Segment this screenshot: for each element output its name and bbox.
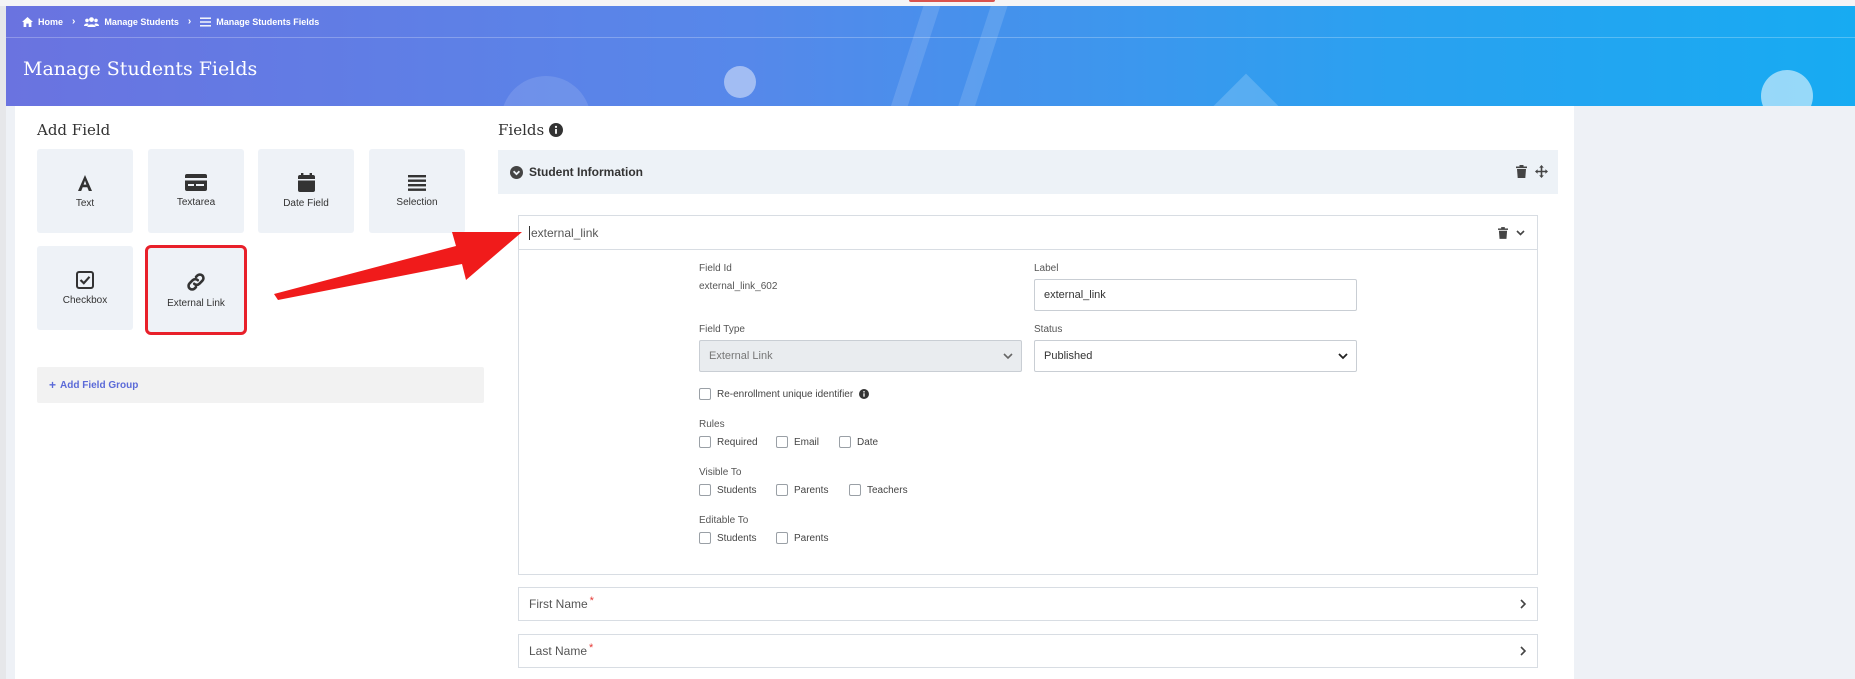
list-icon <box>408 174 426 191</box>
tile-date-field[interactable]: Date Field <box>258 149 354 233</box>
link-icon <box>187 272 205 291</box>
editable-students-checkbox[interactable] <box>699 532 711 544</box>
rules-label: Rules <box>699 419 725 430</box>
annotation-arrow-icon <box>274 232 522 300</box>
required-checkbox[interactable] <box>699 436 711 448</box>
calendar-icon <box>297 173 315 192</box>
plus-icon: + <box>49 378 57 392</box>
visible-teachers-checkbox[interactable] <box>849 484 861 496</box>
users-icon <box>84 16 100 27</box>
fields-title: Fields <box>498 121 564 139</box>
required-marker: * <box>589 595 594 607</box>
editable-parents[interactable]: Parents <box>776 532 828 544</box>
chevron-right-icon: › <box>187 16 192 27</box>
field-id-value: external_link_602 <box>699 281 778 292</box>
add-field-group-button[interactable]: + Add Field Group <box>37 367 484 403</box>
group-name: Student Information <box>529 165 643 179</box>
status-label: Status <box>1034 324 1063 335</box>
visible-to-label: Visible To <box>699 467 742 478</box>
page-header: Home › Manage Students › Manage Students… <box>6 6 1855 106</box>
tile-textarea[interactable]: Textarea <box>148 149 244 233</box>
editable-students[interactable]: Students <box>699 532 756 544</box>
chevron-down-icon[interactable] <box>1516 230 1525 236</box>
trash-icon[interactable] <box>1516 165 1527 178</box>
chevron-right-icon[interactable] <box>1519 598 1527 610</box>
status-select[interactable]: Published <box>1034 340 1357 372</box>
field-type-select: External Link <box>699 340 1022 372</box>
field-group-header[interactable]: Student Information <box>498 150 1558 194</box>
info-icon[interactable] <box>859 389 870 399</box>
breadcrumb-manage-students[interactable]: Manage Students <box>84 17 179 27</box>
visible-parents[interactable]: Parents <box>776 484 828 496</box>
top-tab-indicator <box>909 0 995 2</box>
visible-students-checkbox[interactable] <box>699 484 711 496</box>
breadcrumb-manage-students-fields: Manage Students Fields <box>200 17 319 27</box>
field-row-last-name[interactable]: Last Name * <box>518 634 1538 668</box>
textarea-icon <box>185 174 207 191</box>
label-label: Label <box>1034 263 1059 274</box>
home-icon <box>22 16 33 27</box>
text-icon <box>78 174 92 191</box>
field-type-label: Field Type <box>699 324 745 335</box>
visible-parents-checkbox[interactable] <box>776 484 788 496</box>
field-id-label: Field Id <box>699 263 732 274</box>
chevron-right-icon[interactable] <box>1519 645 1527 657</box>
field-name-input[interactable]: external_link <box>529 225 598 240</box>
field-row-first-name[interactable]: First Name * <box>518 587 1538 621</box>
required-marker: * <box>589 642 594 654</box>
add-field-title: Add Field <box>37 121 111 139</box>
field-card-external-link: external_link <box>518 215 1538 575</box>
tile-text[interactable]: Text <box>37 149 133 233</box>
page-title: Manage Students Fields <box>23 58 258 80</box>
move-icon[interactable] <box>1535 165 1548 178</box>
visible-students[interactable]: Students <box>699 484 756 496</box>
tile-selection[interactable]: Selection <box>369 149 465 233</box>
reenroll-row: Re-enrollment unique identifier <box>699 388 870 400</box>
list-icon <box>200 17 212 26</box>
info-icon[interactable] <box>549 123 564 137</box>
chevron-down-icon <box>1338 353 1348 360</box>
breadcrumb: Home › Manage Students › Manage Students… <box>22 16 319 27</box>
tile-external-link[interactable]: External Link <box>145 245 247 335</box>
reenroll-checkbox[interactable] <box>699 388 711 400</box>
date-checkbox[interactable] <box>839 436 851 448</box>
checkbox-icon <box>76 270 94 289</box>
label-input[interactable]: external_link <box>1034 279 1357 311</box>
rule-required[interactable]: Required <box>699 436 758 448</box>
rule-date[interactable]: Date <box>839 436 878 448</box>
trash-icon[interactable] <box>1498 227 1508 239</box>
tile-checkbox[interactable]: Checkbox <box>37 246 133 330</box>
field-card-header[interactable]: external_link <box>519 216 1537 250</box>
chevron-right-icon: › <box>72 16 76 27</box>
chevron-down-icon <box>1003 353 1013 360</box>
breadcrumb-home[interactable]: Home <box>22 16 63 27</box>
email-checkbox[interactable] <box>776 436 788 448</box>
editable-parents-checkbox[interactable] <box>776 532 788 544</box>
editable-to-label: Editable To <box>699 515 749 526</box>
chevron-circle-down-icon[interactable] <box>510 165 523 179</box>
rule-email[interactable]: Email <box>776 436 819 448</box>
visible-teachers[interactable]: Teachers <box>849 484 908 496</box>
